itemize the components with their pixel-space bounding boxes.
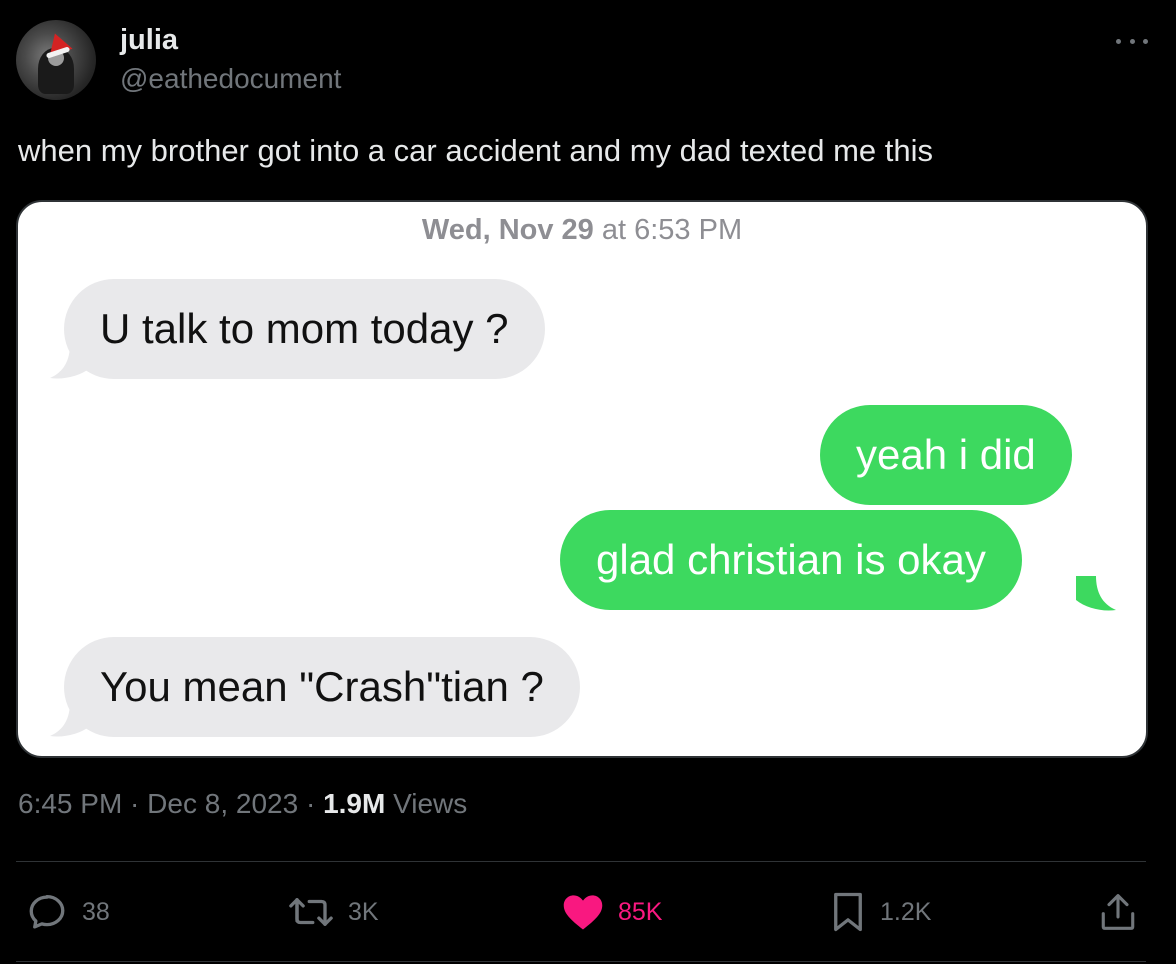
repost-button[interactable]: 3K bbox=[288, 890, 379, 934]
repost-icon bbox=[289, 898, 333, 926]
separator-dot: · bbox=[298, 788, 324, 819]
message-bubble-incoming: You mean "Crash"tian ? bbox=[64, 637, 580, 737]
reply-icon bbox=[29, 894, 65, 929]
share-button[interactable] bbox=[1100, 890, 1136, 934]
message-bubble-outgoing: yeah i did bbox=[820, 405, 1072, 505]
outgoing-bubble-tail bbox=[1076, 576, 1116, 611]
tweet-media-image[interactable]: Wed, Nov 29 at 6:53 PM U talk to mom tod… bbox=[16, 200, 1148, 758]
message-bubble-incoming: U talk to mom today ? bbox=[64, 279, 545, 379]
message-bubble-outgoing: glad christian is okay bbox=[560, 510, 1022, 610]
share-icon bbox=[1101, 894, 1135, 930]
like-count: 85K bbox=[618, 897, 663, 926]
reply-count: 38 bbox=[82, 897, 110, 926]
like-button[interactable]: 85K bbox=[562, 890, 662, 934]
separator-dot: · bbox=[122, 788, 148, 819]
heart-icon bbox=[563, 895, 603, 930]
divider bbox=[16, 861, 1146, 862]
bookmark-icon bbox=[834, 892, 862, 932]
bookmark-button[interactable]: 1.2K bbox=[830, 890, 931, 934]
tweet-text: when my brother got into a car accident … bbox=[18, 133, 933, 168]
tweet-timestamp-row: 6:45 PM · Dec 8, 2023 · 1.9M Views bbox=[18, 788, 467, 820]
tweet-date[interactable]: Dec 8, 2023 bbox=[147, 788, 298, 819]
avatar[interactable] bbox=[16, 20, 96, 100]
divider bbox=[16, 961, 1146, 962]
message-timestamp-day: Wed, Nov 29 bbox=[421, 214, 594, 246]
tweet-time[interactable]: 6:45 PM bbox=[18, 788, 122, 819]
repost-count: 3K bbox=[348, 897, 379, 926]
message-timestamp-time: at 6:53 PM bbox=[593, 214, 743, 246]
views-label: Views bbox=[385, 788, 468, 819]
bookmark-count: 1.2K bbox=[880, 897, 932, 926]
author-display-name[interactable]: julia bbox=[120, 24, 178, 57]
message-timestamp: Wed, Nov 29 at 6:53 PM bbox=[18, 214, 1146, 247]
author-handle[interactable]: @eathedocument bbox=[120, 63, 341, 95]
reply-button[interactable]: 38 bbox=[26, 890, 110, 934]
more-options-icon[interactable] bbox=[1116, 36, 1148, 46]
views-count: 1.9M bbox=[323, 788, 386, 819]
